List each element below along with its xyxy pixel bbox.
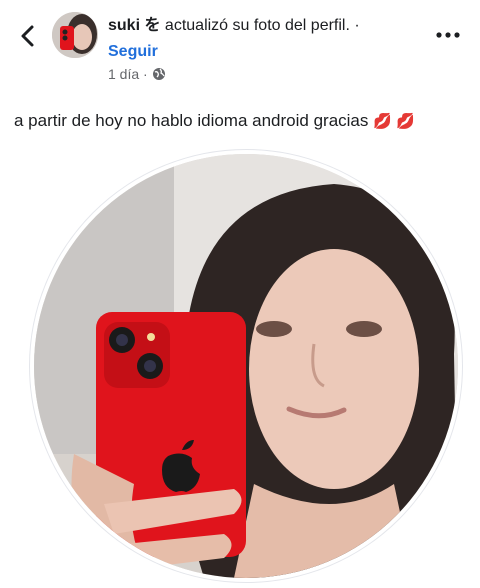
more-dots-icon[interactable] (436, 30, 460, 40)
kiss-emoji: 💋 💋 (373, 113, 415, 130)
chevron-left-icon[interactable] (14, 22, 42, 50)
post-caption: a partir de hoy no hablo idioma android … (14, 110, 415, 133)
profile-photo[interactable] (30, 150, 462, 582)
timestamp: 1 día · (108, 66, 148, 82)
avatar-image (52, 12, 98, 58)
post-meta: 1 día · (108, 66, 166, 82)
profile-photo-image (34, 154, 458, 578)
post-header: suki を actualizó su foto del perfil. · S… (0, 0, 480, 96)
follow-button[interactable]: Seguir (108, 43, 158, 61)
post-title-line: suki を actualizó su foto del perfil. · (108, 16, 360, 36)
caption-text: a partir de hoy no hablo idioma android … (14, 111, 369, 130)
globe-icon (152, 68, 165, 80)
action-text: actualizó su foto del perfil. · (164, 17, 360, 34)
author-name[interactable]: suki を (108, 17, 160, 34)
avatar[interactable] (52, 12, 98, 58)
